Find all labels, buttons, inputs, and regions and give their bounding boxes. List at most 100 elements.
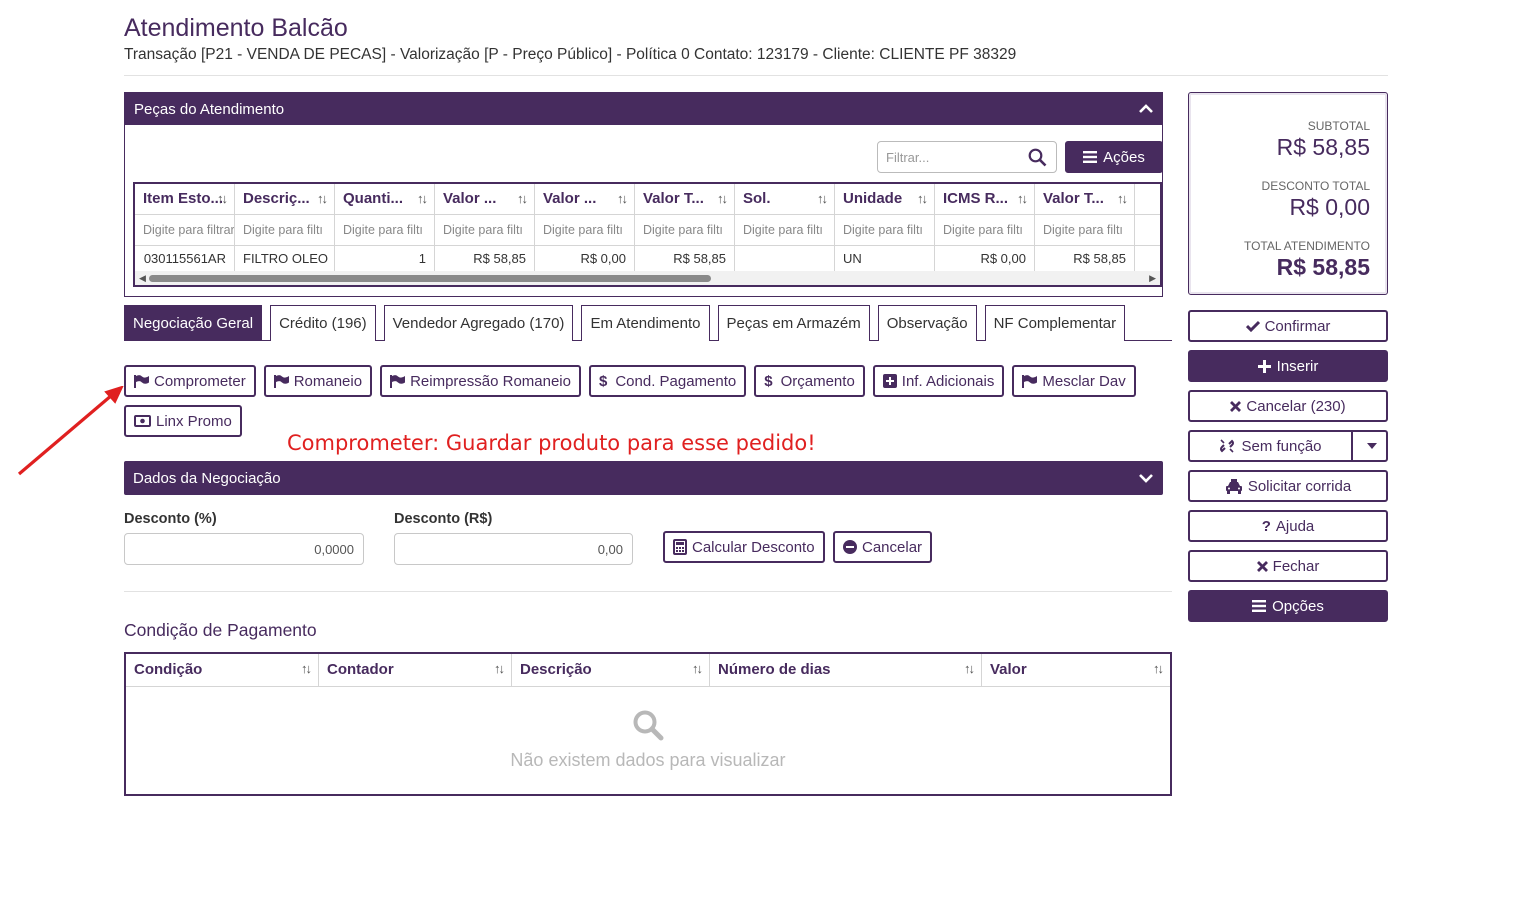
chevron-down-icon[interactable] bbox=[1138, 471, 1154, 485]
column-header[interactable]: Valor ... ↑↓ bbox=[435, 184, 535, 214]
column-header[interactable]: Condição ↑↓ bbox=[126, 654, 319, 686]
column-header[interactable]: Valor T... ↑↓ bbox=[1035, 184, 1135, 214]
cancelar-label: Cancelar (230) bbox=[1246, 397, 1346, 415]
dollar-icon: $ bbox=[598, 372, 608, 390]
column-header[interactable]: Contador ↑↓ bbox=[319, 654, 512, 686]
ajuda-button[interactable]: ? Ajuda bbox=[1188, 510, 1388, 542]
pecas-panel-header[interactable]: Peças do Atendimento bbox=[125, 93, 1162, 125]
column-filter[interactable]: Digite para filtı bbox=[1035, 215, 1135, 245]
column-header[interactable]: Descriç... ↑↓ bbox=[235, 184, 335, 214]
sem-funcao-button[interactable]: Sem função bbox=[1190, 432, 1353, 460]
column-filter[interactable]: Digite para filtı bbox=[835, 215, 935, 245]
column-header[interactable]: Item Esto... ↑↓ bbox=[135, 184, 235, 214]
sem-funcao-dropdown-toggle[interactable] bbox=[1358, 443, 1386, 449]
sort-icon[interactable]: ↑↓ bbox=[817, 191, 828, 206]
tab-bar: Negociação Geral Crédito (196) Vendedor … bbox=[124, 305, 1172, 341]
condicao-pagamento-title: Condição de Pagamento bbox=[124, 620, 317, 640]
tab-credito[interactable]: Crédito (196) bbox=[270, 305, 376, 341]
column-header[interactable]: Valor ↑↓ bbox=[982, 654, 1170, 686]
cancelar-desconto-button[interactable]: Cancelar bbox=[833, 531, 933, 563]
cond-pagamento-label: Cond. Pagamento bbox=[615, 372, 737, 390]
negociacao-panel-header[interactable]: Dados da Negociação bbox=[124, 461, 1163, 495]
column-filter[interactable]: Digite para filtı bbox=[935, 215, 1035, 245]
column-header[interactable]: Valor ... ↑↓ bbox=[535, 184, 635, 214]
sort-icon[interactable]: ↑↓ bbox=[1117, 191, 1128, 206]
sort-icon[interactable]: ↑↓ bbox=[317, 191, 328, 206]
column-filter[interactable]: Digite para filtrar... bbox=[135, 215, 235, 245]
check-icon bbox=[1245, 320, 1260, 332]
calcular-desconto-button[interactable]: Calcular Desconto bbox=[663, 531, 825, 563]
sort-icon[interactable]: ↑↓ bbox=[517, 191, 528, 206]
chevron-up-icon[interactable] bbox=[1139, 102, 1153, 116]
table-row[interactable]: 030115561AR FILTRO OLEO 1 R$ 58,85 R$ 0,… bbox=[135, 246, 1160, 273]
column-header[interactable]: Sol. ↑↓ bbox=[735, 184, 835, 214]
column-filter[interactable]: Digite para filtı bbox=[635, 215, 735, 245]
column-header[interactable]: ICMS R... ↑↓ bbox=[935, 184, 1035, 214]
table-cell: UN bbox=[835, 246, 935, 273]
reimpressao-label: Reimpressão Romaneio bbox=[410, 372, 571, 390]
divider bbox=[124, 75, 1388, 76]
column-header[interactable]: Valor T... ↑↓ bbox=[635, 184, 735, 214]
desconto-pct-input[interactable] bbox=[124, 533, 364, 565]
taxi-icon bbox=[1225, 478, 1242, 494]
tab-vendedor-agregado[interactable]: Vendedor Agregado (170) bbox=[383, 305, 574, 341]
sort-icon[interactable]: ↑↓ bbox=[717, 191, 728, 206]
orcamento-button[interactable]: $ Orçamento bbox=[754, 365, 865, 397]
scroll-right-icon[interactable]: ▶ bbox=[1149, 273, 1156, 284]
close-icon bbox=[1256, 560, 1268, 572]
column-header[interactable]: Descrição ↑↓ bbox=[512, 654, 710, 686]
sort-icon[interactable]: ↑↓ bbox=[617, 191, 628, 206]
tab-nf-complementar[interactable]: NF Complementar bbox=[984, 305, 1126, 341]
scroll-left-icon[interactable]: ◀ bbox=[139, 273, 146, 284]
column-filter[interactable]: Digite para filtı bbox=[535, 215, 635, 245]
summary-box: SUBTOTAL R$ 58,85 DESCONTO TOTAL R$ 0,00… bbox=[1188, 92, 1388, 295]
calculator-icon bbox=[673, 539, 687, 555]
sort-icon[interactable]: ↑↓ bbox=[917, 191, 928, 206]
acoes-button[interactable]: Ações bbox=[1065, 141, 1163, 173]
solicitar-corrida-button[interactable]: Solicitar corrida bbox=[1188, 470, 1388, 502]
sort-icon[interactable]: ↑↓ bbox=[964, 661, 975, 676]
filter-input[interactable] bbox=[886, 143, 1026, 171]
scroll-thumb[interactable] bbox=[149, 275, 711, 282]
total-atendimento-label: TOTAL ATENDIMENTO bbox=[1243, 239, 1370, 253]
sort-icon[interactable]: ↑↓ bbox=[301, 661, 312, 676]
reimpressao-romaneio-button[interactable]: Reimpressão Romaneio bbox=[380, 365, 581, 397]
sort-icon[interactable]: ↑↓ bbox=[1017, 191, 1028, 206]
column-header[interactable]: Quanti... ↑↓ bbox=[335, 184, 435, 214]
opcoes-button[interactable]: Opções bbox=[1188, 590, 1388, 622]
flag-icon bbox=[390, 374, 406, 388]
mesclar-dav-button[interactable]: Mesclar Dav bbox=[1012, 365, 1136, 397]
column-filter[interactable]: Digite para filtı bbox=[435, 215, 535, 245]
menu-icon bbox=[1083, 151, 1098, 163]
linx-promo-button[interactable]: Linx Promo bbox=[124, 405, 242, 437]
sort-icon[interactable]: ↑↓ bbox=[217, 191, 228, 206]
desconto-total-label: DESCONTO TOTAL bbox=[1261, 179, 1370, 193]
tab-em-atendimento[interactable]: Em Atendimento bbox=[581, 305, 710, 341]
sort-icon[interactable]: ↑↓ bbox=[417, 191, 428, 206]
grid-filter-row: Digite para filtrar... Digite para filtı… bbox=[135, 215, 1160, 246]
search-icon[interactable] bbox=[1028, 148, 1047, 167]
fechar-button[interactable]: Fechar bbox=[1188, 550, 1388, 582]
romaneio-button[interactable]: Romaneio bbox=[263, 365, 373, 397]
sort-icon[interactable]: ↑↓ bbox=[692, 661, 703, 676]
desconto-rs-input[interactable] bbox=[394, 533, 633, 565]
tab-negociacao-geral[interactable]: Negociação Geral bbox=[124, 305, 263, 341]
inserir-button[interactable]: Inserir bbox=[1188, 350, 1388, 382]
column-filter[interactable]: Digite para filtı bbox=[735, 215, 835, 245]
cond-pagamento-button[interactable]: $ Cond. Pagamento bbox=[588, 365, 747, 397]
column-header[interactable]: Número de dias ↑↓ bbox=[710, 654, 982, 686]
column-header[interactable]: Unidade ↑↓ bbox=[835, 184, 935, 214]
cancelar-button[interactable]: Cancelar (230) bbox=[1188, 390, 1388, 422]
tab-observacao[interactable]: Observação bbox=[877, 305, 977, 341]
comprometer-button[interactable]: Comprometer bbox=[124, 365, 256, 397]
sort-icon[interactable]: ↑↓ bbox=[1153, 661, 1164, 676]
column-filter[interactable]: Digite para filtı bbox=[235, 215, 335, 245]
confirmar-button[interactable]: Confirmar bbox=[1188, 310, 1388, 342]
horizontal-scrollbar[interactable]: ◀ ▶ bbox=[135, 271, 1160, 285]
subtotal-label: SUBTOTAL bbox=[1307, 119, 1370, 133]
sort-icon[interactable]: ↑↓ bbox=[494, 661, 505, 676]
column-filter[interactable]: Digite para filtı bbox=[335, 215, 435, 245]
money-bill-icon bbox=[134, 415, 151, 427]
inf-adicionais-button[interactable]: Inf. Adicionais bbox=[872, 365, 1005, 397]
tab-pecas-em-armazem[interactable]: Peças em Armazém bbox=[717, 305, 870, 341]
